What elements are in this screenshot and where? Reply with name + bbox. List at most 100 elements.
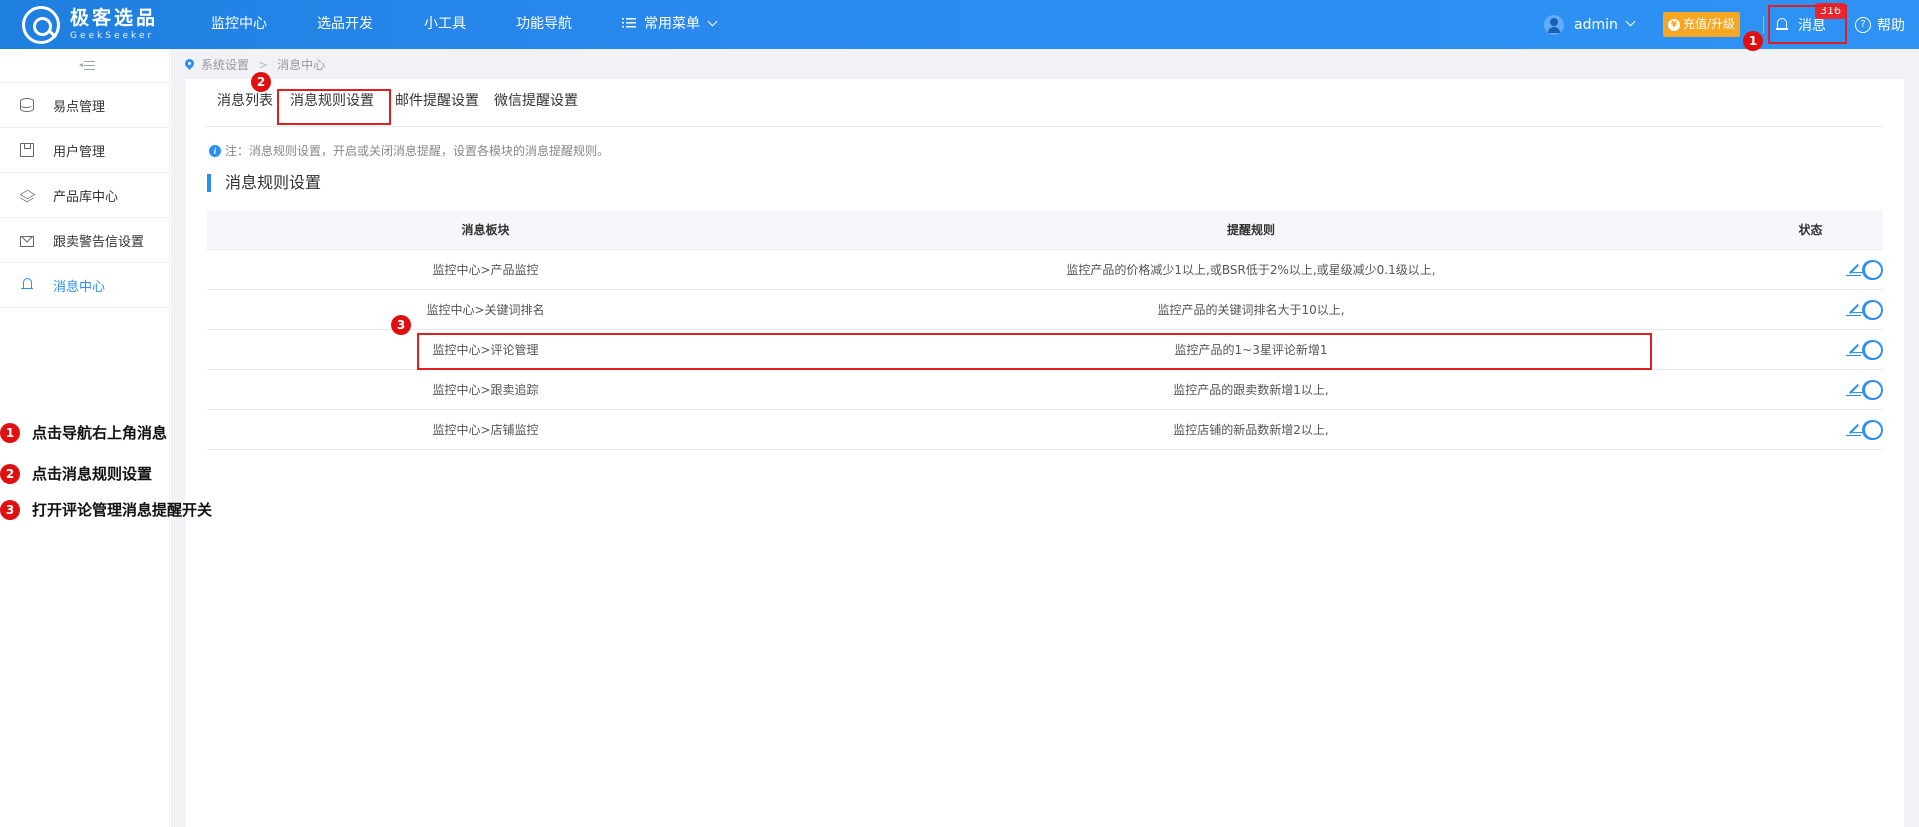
cell-module: 监控中心>跟卖追踪	[432, 383, 539, 397]
help-button[interactable]: ? 帮助	[1855, 0, 1905, 49]
status-toggle[interactable]	[1861, 339, 1883, 360]
cell-status	[1738, 250, 1883, 289]
cell-module: 监控中心>店铺监控	[432, 423, 539, 437]
edit-icon[interactable]	[1846, 423, 1861, 437]
tab-bar: 消息列表 消息规则设置 邮件提醒设置 微信提醒设置	[206, 89, 591, 127]
recharge-button[interactable]: ¥ 充值/升级	[1663, 12, 1741, 37]
info-note: i 注：消息规则设置，开启或关闭消息提醒，设置各模块的消息提醒规则。	[209, 142, 609, 159]
cell-rule: 监控店铺的新品数新增2以上,	[1173, 423, 1329, 437]
annotation-step-text: 点击导航右上角消息	[32, 424, 168, 442]
nav-function-guide[interactable]: 功能导航	[516, 0, 572, 49]
status-toggle[interactable]	[1861, 259, 1883, 280]
annotation-step-number: 1	[0, 422, 20, 443]
recharge-label: 充值/升级	[1683, 17, 1736, 31]
column-header-rule: 提醒规则	[1226, 223, 1275, 237]
rules-table: 消息板块 提醒规则 状态 监控中心>产品监控 监控产品的价格减少1以上,或BSR…	[207, 210, 1883, 450]
sidebar-item-message-center[interactable]: 消息中心	[0, 263, 169, 308]
annotation-box-rules-tab	[277, 89, 391, 125]
divider	[1763, 16, 1764, 33]
avatar-icon	[1544, 14, 1564, 35]
table-row: 监控中心>关键词排名 监控产品的关键词排名大于10以上,	[207, 290, 1883, 330]
cell-status	[1738, 410, 1883, 449]
sidebar-item-hijack-warning[interactable]: 跟卖警告信设置	[0, 218, 169, 263]
annotation-step: 1 点击导航右上角消息	[0, 422, 167, 443]
cell-status	[1738, 370, 1883, 409]
logo-icon	[22, 6, 60, 44]
tab-wechat-reminder[interactable]: 微信提醒设置	[491, 89, 591, 127]
cell-module: 监控中心>产品监控	[432, 263, 539, 277]
layers-icon	[20, 188, 34, 202]
edit-icon[interactable]	[1846, 303, 1861, 317]
cell-rule: 监控产品的跟卖数新增1以上,	[1173, 383, 1329, 397]
sidebar-item-label: 产品库中心	[53, 189, 119, 205]
table-row: 监控中心>产品监控 监控产品的价格减少1以上,或BSR低于2%以上,或星级减少0…	[207, 250, 1883, 290]
sidebar-item-product-library[interactable]: 产品库中心	[0, 173, 169, 218]
table-row: 监控中心>店铺监控 监控店铺的新品数新增2以上,	[207, 410, 1883, 450]
sidebar-item-label: 跟卖警告信设置	[53, 234, 145, 250]
list-icon	[622, 18, 636, 28]
table-row: 监控中心>跟卖追踪 监控产品的跟卖数新增1以上,	[207, 370, 1883, 410]
status-toggle[interactable]	[1861, 379, 1883, 400]
database-icon	[20, 98, 34, 112]
annotation-box-review-row	[417, 333, 1652, 370]
sidebar-item-label: 易点管理	[53, 99, 106, 115]
annotation-step-text: 打开评论管理消息提醒开关	[32, 501, 213, 519]
annotation-step: 3 打开评论管理消息提醒开关	[0, 499, 212, 520]
nav-tools[interactable]: 小工具	[424, 0, 466, 49]
mail-icon	[20, 235, 34, 247]
section-title: 消息规则设置	[207, 174, 321, 192]
chevron-down-icon	[1625, 16, 1636, 27]
bell-icon	[20, 278, 34, 292]
logo-subtitle: GeekSeeker	[70, 31, 155, 41]
tab-email-reminder[interactable]: 邮件提醒设置	[386, 89, 491, 127]
annotation-step-number: 3	[0, 499, 20, 520]
info-icon: i	[209, 144, 221, 157]
sidebar-item-label: 用户管理	[53, 144, 106, 160]
annotation-step: 2 点击消息规则设置	[0, 463, 152, 484]
info-note-text: 注：消息规则设置，开启或关闭消息提醒，设置各模块的消息提醒规则。	[225, 144, 610, 158]
top-navbar: 极客选品 GeekSeeker 监控中心 选品开发 小工具 功能导航 常用菜单 …	[0, 0, 1919, 49]
sidebar-collapse-toggle[interactable]	[0, 49, 169, 83]
status-toggle[interactable]	[1861, 299, 1883, 320]
location-pin-icon	[185, 59, 194, 71]
collapse-menu-icon	[79, 61, 95, 70]
breadcrumb-separator: >	[258, 57, 269, 72]
annotation-box-messages	[1768, 5, 1847, 44]
help-icon: ?	[1855, 16, 1871, 33]
sidebar-item-label: 消息中心	[53, 279, 106, 295]
annotation-marker: 3	[391, 315, 411, 335]
nav-product-dev[interactable]: 选品开发	[317, 0, 373, 49]
edit-icon[interactable]	[1846, 343, 1861, 357]
logo-title: 极客选品	[70, 7, 159, 29]
chevron-down-icon	[707, 16, 718, 27]
nav-common-menu-label: 常用菜单	[644, 16, 700, 32]
tab-divider	[206, 126, 1882, 127]
sidebar-item-credit-management[interactable]: 易点管理	[0, 83, 169, 128]
coin-icon: ¥	[1668, 18, 1680, 31]
cell-status	[1738, 290, 1883, 329]
annotation-step-number: 2	[0, 463, 20, 484]
cell-rule: 监控产品的关键词排名大于10以上,	[1157, 303, 1345, 317]
help-label: 帮助	[1877, 17, 1905, 34]
nav-monitor-center[interactable]: 监控中心	[211, 0, 267, 49]
cell-module: 监控中心>关键词排名	[426, 303, 545, 317]
cell-rule: 监控产品的价格减少1以上,或BSR低于2%以上,或星级减少0.1级以上,	[1066, 263, 1436, 277]
cell-status	[1738, 330, 1883, 369]
status-toggle[interactable]	[1861, 419, 1883, 440]
breadcrumb-item[interactable]: 系统设置	[201, 56, 249, 73]
logo[interactable]: 极客选品 GeekSeeker	[22, 6, 158, 44]
sidebar-item-user-management[interactable]: 用户管理	[0, 128, 169, 173]
table-header: 消息板块 提醒规则 状态	[207, 210, 1883, 250]
column-header-status: 状态	[1798, 223, 1823, 237]
nav-common-menu[interactable]: 常用菜单	[622, 0, 718, 49]
breadcrumb: 系统设置 > 消息中心	[185, 56, 325, 73]
edit-icon[interactable]	[1846, 263, 1861, 277]
edit-icon[interactable]	[1846, 383, 1861, 397]
annotation-marker: 2	[251, 72, 271, 92]
box-icon	[20, 143, 34, 157]
breadcrumb-item: 消息中心	[277, 58, 326, 72]
annotation-step-text: 点击消息规则设置	[32, 465, 153, 483]
tab-message-list[interactable]: 消息列表	[206, 89, 273, 127]
user-menu[interactable]: admin	[1544, 0, 1636, 49]
column-header-module: 消息板块	[461, 223, 510, 237]
